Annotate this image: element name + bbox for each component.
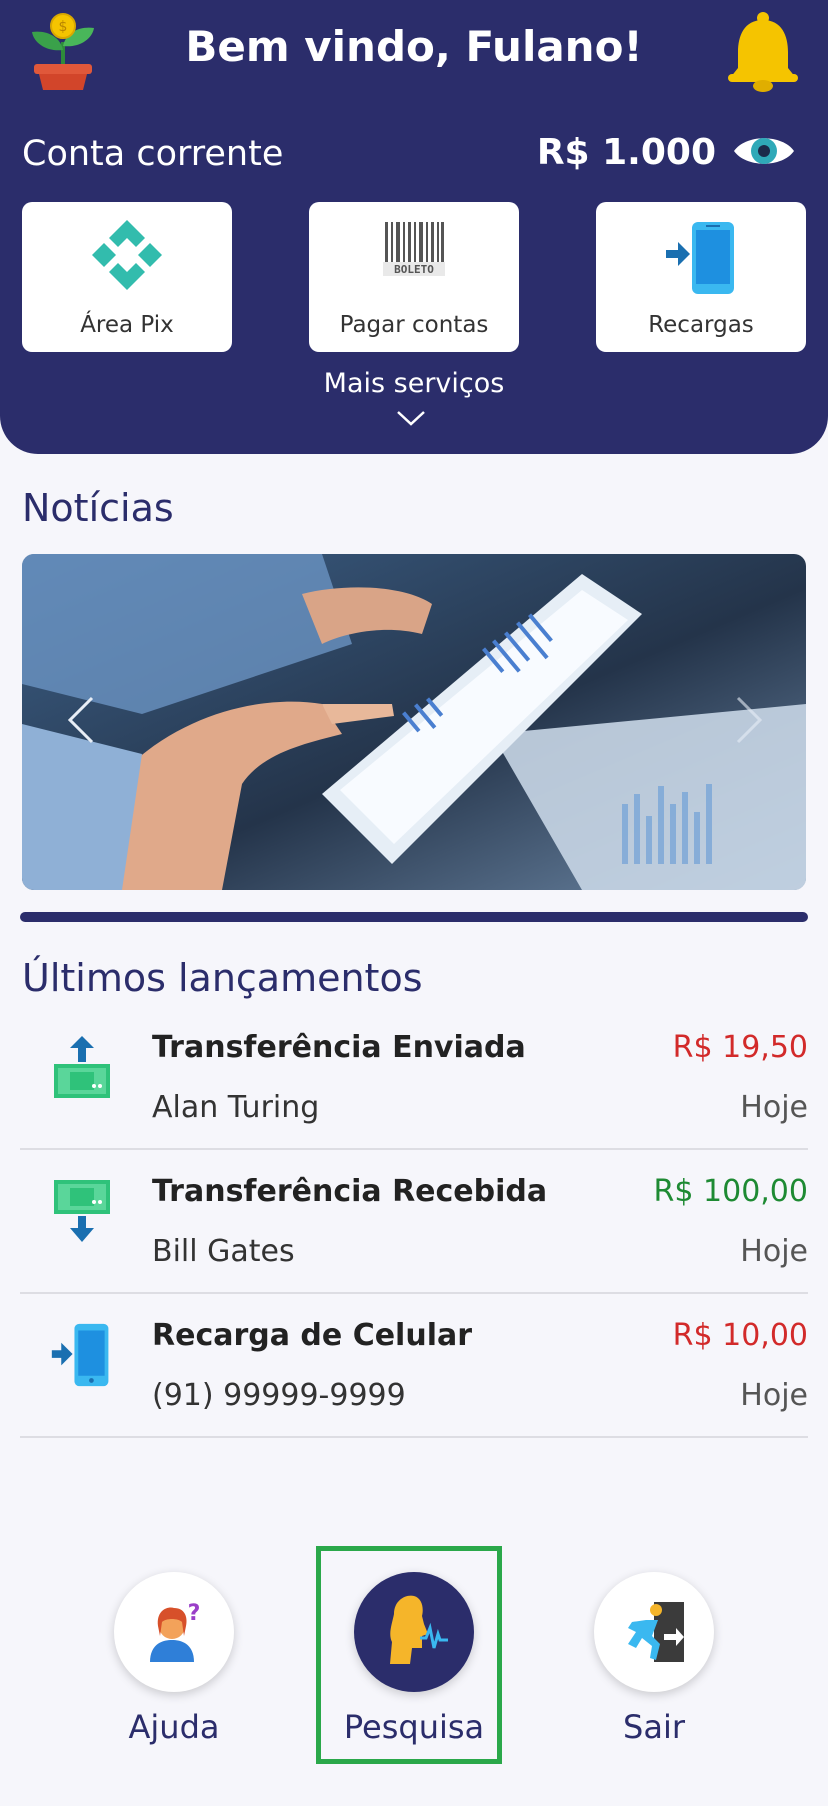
transaction-amount: R$ 100,00 [653,1174,808,1209]
service-label: Pagar contas [339,312,489,338]
help-label: Ajuda [128,1708,220,1746]
exit-button[interactable] [594,1572,714,1692]
search-label: Pesquisa [343,1708,485,1746]
service-recharges[interactable]: Recargas [596,202,806,352]
exit-label: Sair [623,1708,685,1746]
chevron-down-icon[interactable] [396,408,426,428]
exit-door-icon [628,1602,684,1662]
transaction-row[interactable]: Transferência Enviada Alan Turing R$ 19,… [20,1006,808,1150]
transaction-row[interactable]: Transferência Recebida Bill Gates R$ 100… [20,1150,808,1294]
carousel-prev-icon[interactable] [62,690,102,750]
money-received-icon [54,1180,110,1242]
transaction-amount: R$ 19,50 [672,1030,808,1065]
voice-search-icon [390,1595,448,1664]
svg-text:?: ? [188,1601,201,1626]
carousel-progress-bar [20,912,808,922]
transaction-subtitle: Bill Gates [152,1234,295,1269]
transaction-amount: R$ 10,00 [672,1318,808,1353]
welcome-title: Bem vindo, Fulano! [185,22,643,71]
balance-value: R$ 1.000 [536,132,716,173]
barcode-boleto-icon: BOLETO [383,222,445,276]
transaction-subtitle: (91) 99999-9999 [152,1378,406,1413]
transaction-title: Transferência Recebida [152,1174,548,1209]
news-title: Notícias [22,486,174,530]
transaction-title: Transferência Enviada [152,1030,526,1065]
service-label: Recargas [648,312,754,338]
transaction-row[interactable]: Recarga de Celular (91) 99999-9999 R$ 10… [20,1294,808,1438]
account-label: Conta corrente [22,134,284,174]
transactions-title: Últimos lançamentos [22,956,423,1000]
carousel-next-icon[interactable] [728,690,768,750]
search-button[interactable] [354,1572,474,1692]
phone-recharge-icon [51,1323,109,1387]
help-person-icon: ? [150,1601,201,1662]
service-pix[interactable]: Área Pix [22,202,232,352]
more-services-button[interactable]: Mais serviços [0,368,828,399]
help-button[interactable]: ? [114,1572,234,1692]
pix-icon [92,220,162,290]
news-banner-image[interactable] [22,554,806,890]
money-sent-icon [54,1036,110,1098]
svg-text:BOLETO: BOLETO [394,263,434,276]
eye-icon[interactable] [732,128,796,174]
transaction-date: Hoje [740,1234,808,1269]
transaction-date: Hoje [740,1378,808,1413]
bell-icon[interactable] [724,12,802,92]
transaction-title: Recarga de Celular [152,1318,473,1353]
phone-recharge-icon [666,222,734,294]
transaction-subtitle: Alan Turing [152,1090,320,1125]
service-pay-bills[interactable]: BOLETO Pagar contas [309,202,519,352]
service-label: Área Pix [80,312,174,338]
transaction-date: Hoje [740,1090,808,1125]
